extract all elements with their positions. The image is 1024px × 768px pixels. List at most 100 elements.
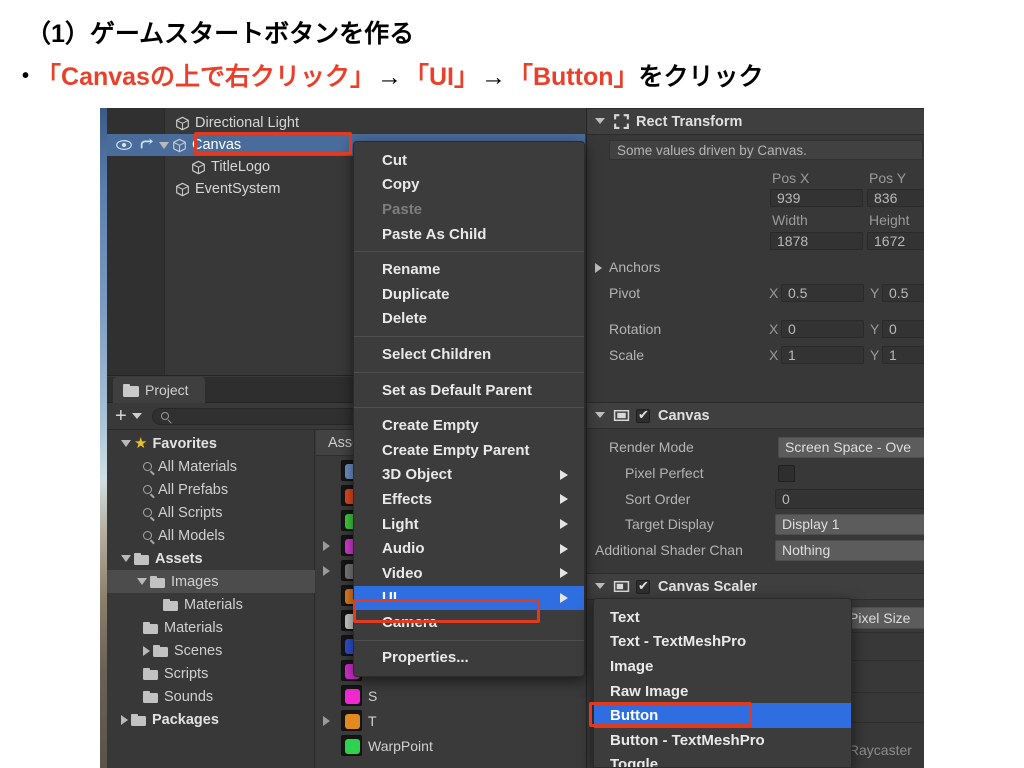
rotation-y-field[interactable]: 0: [882, 320, 924, 338]
asset-list-item[interactable]: T: [316, 708, 585, 733]
context-menu-item-delete[interactable]: Delete: [354, 307, 584, 332]
pivot-y-field[interactable]: 0.5: [882, 284, 924, 302]
chevron-down-icon[interactable]: [131, 413, 142, 419]
context-menu-item-duplicate[interactable]: Duplicate: [354, 282, 584, 307]
project-tree-item-images[interactable]: Images: [107, 570, 315, 593]
context-menu-item-create-empty-parent[interactable]: Create Empty Parent: [354, 438, 584, 463]
sort-order-row: Sort Order 0: [587, 487, 924, 511]
context-menu-item-properties[interactable]: Properties...: [354, 646, 584, 671]
height-field[interactable]: 1672: [867, 232, 924, 250]
chevron-right-icon[interactable]: [595, 263, 602, 273]
scale-y-field[interactable]: 1: [882, 346, 924, 364]
pos-x-field[interactable]: 939: [770, 189, 863, 207]
expand-arrow-icon[interactable]: [121, 440, 131, 447]
submenu-item-image[interactable]: Image: [594, 654, 851, 679]
tab-project[interactable]: Project: [113, 377, 205, 403]
chevron-down-icon[interactable]: [595, 412, 605, 418]
context-menu-item-audio[interactable]: Audio: [354, 536, 584, 561]
pivot-x-field[interactable]: 0.5: [781, 284, 864, 302]
context-menu-separator: [354, 336, 584, 338]
component-header-canvas[interactable]: Canvas: [587, 402, 924, 429]
expand-arrow-icon[interactable]: [137, 578, 147, 585]
scale-x-field[interactable]: 1: [781, 346, 864, 364]
gameobject-cube-icon: [173, 138, 186, 152]
submenu-item-text[interactable]: Text: [594, 605, 851, 630]
project-tree-item-packages[interactable]: Packages: [107, 708, 315, 731]
context-menu-item-3d-object[interactable]: 3D Object: [354, 463, 584, 488]
context-menu-item-copy[interactable]: Copy: [354, 173, 584, 198]
gameobject-cube-icon: [176, 116, 189, 130]
project-tree-item-all-materials[interactable]: All Materials: [107, 455, 315, 478]
context-menu-item-paste-as-child[interactable]: Paste As Child: [354, 222, 584, 247]
asset-list-item-label: S: [368, 687, 378, 704]
project-tree-item-favorites[interactable]: ★ Favorites: [107, 432, 315, 455]
context-menu-item-ui[interactable]: UI: [354, 585, 584, 611]
project-tree-item-scenes[interactable]: Scenes: [107, 639, 315, 662]
context-menu-item-light[interactable]: Light: [354, 512, 584, 537]
submenu-item-button-textmeshpro[interactable]: Button - TextMeshPro: [594, 728, 851, 753]
pixel-size-field[interactable]: Pixel Size: [842, 607, 924, 629]
asset-list-item[interactable]: S: [316, 683, 585, 708]
context-menu-item-camera[interactable]: Camera: [354, 610, 584, 635]
project-tree-item-all-prefabs[interactable]: All Prefabs: [107, 478, 315, 501]
component-header-canvas-scaler[interactable]: Canvas Scaler: [587, 573, 924, 600]
target-display-row: Target Display Display 1: [587, 512, 924, 536]
collapse-arrow-icon[interactable]: [121, 714, 128, 725]
expand-arrow-icon[interactable]: [121, 555, 131, 562]
hierarchy-item-directional-light[interactable]: Directional Light: [107, 112, 585, 134]
target-display-dropdown[interactable]: Display 1: [775, 513, 924, 535]
rotation-label: Rotation: [609, 321, 662, 337]
project-tree-item-materials[interactable]: Materials: [107, 616, 315, 639]
chevron-down-icon[interactable]: [595, 583, 605, 589]
component-header-rect-transform[interactable]: Rect Transform: [587, 108, 924, 135]
submenu-item-button[interactable]: Button: [594, 703, 851, 728]
submenu-item-raw-image[interactable]: Raw Image: [594, 679, 851, 704]
context-menu-item-set-as-default-parent[interactable]: Set as Default Parent: [354, 378, 584, 403]
project-tree-item-all-scripts[interactable]: All Scripts: [107, 501, 315, 524]
shader-channels-dropdown[interactable]: Nothing: [775, 539, 924, 561]
sort-order-field[interactable]: 0: [775, 489, 924, 509]
add-asset-button[interactable]: +: [115, 406, 127, 426]
hierarchy-item-label: Directional Light: [195, 115, 299, 131]
canvas-scaler-enabled-checkbox[interactable]: [636, 578, 650, 594]
pivot-label: Pivot: [609, 285, 641, 301]
submenu-item-toggle[interactable]: Toggle: [594, 753, 851, 767]
visibility-eye-icon[interactable]: [116, 138, 132, 152]
context-menu-item-label: Paste: [382, 200, 423, 218]
collapse-arrow-icon[interactable]: [143, 645, 150, 656]
search-icon: [143, 462, 152, 471]
render-mode-dropdown[interactable]: Screen Space - Ove: [778, 436, 924, 458]
pickability-hand-icon[interactable]: [138, 137, 154, 151]
canvas-enabled-checkbox[interactable]: [636, 407, 650, 423]
project-tree-item-sounds[interactable]: Sounds: [107, 685, 315, 708]
chevron-down-icon[interactable]: [595, 118, 605, 124]
collapse-arrow-icon[interactable]: [323, 541, 330, 551]
collapse-arrow-icon[interactable]: [323, 716, 330, 726]
context-menu-item-label: Video: [382, 564, 423, 582]
context-menu-item-create-empty[interactable]: Create Empty: [354, 413, 584, 438]
expand-arrow-icon[interactable]: [159, 141, 169, 149]
context-menu-item-select-children[interactable]: Select Children: [354, 342, 584, 367]
submenu-item-text-textmeshpro[interactable]: Text - TextMeshPro: [594, 630, 851, 655]
collapse-arrow-icon[interactable]: [323, 566, 330, 576]
rotation-x-field[interactable]: 0: [781, 320, 864, 338]
project-tree-item-label: Favorites: [152, 435, 217, 452]
project-tree-item-materials[interactable]: Materials: [107, 593, 315, 616]
width-field[interactable]: 1878: [770, 232, 863, 250]
context-menu-item-video[interactable]: Video: [354, 561, 584, 586]
context-menu-item-rename[interactable]: Rename: [354, 257, 584, 282]
project-tree-item-assets[interactable]: Assets: [107, 547, 315, 570]
anchors-row[interactable]: Anchors: [587, 255, 924, 279]
page-title: （1）ゲームスタートボタンを作る: [26, 20, 415, 48]
project-tree-item-scripts[interactable]: Scripts: [107, 662, 315, 685]
component-title: Rect Transform: [636, 113, 743, 130]
pixel-perfect-checkbox[interactable]: [778, 464, 795, 482]
context-menu-item-effects[interactable]: Effects: [354, 487, 584, 512]
context-menu-item-cut[interactable]: Cut: [354, 148, 584, 173]
asset-list-item[interactable]: WarpPoint: [316, 733, 585, 758]
pivot-x-axis: X: [769, 285, 779, 301]
project-tree-item-all-models[interactable]: All Models: [107, 524, 315, 547]
pixel-perfect-row: Pixel Perfect: [587, 461, 924, 485]
pos-y-field[interactable]: 836: [867, 189, 924, 207]
star-icon: ★: [134, 435, 148, 452]
